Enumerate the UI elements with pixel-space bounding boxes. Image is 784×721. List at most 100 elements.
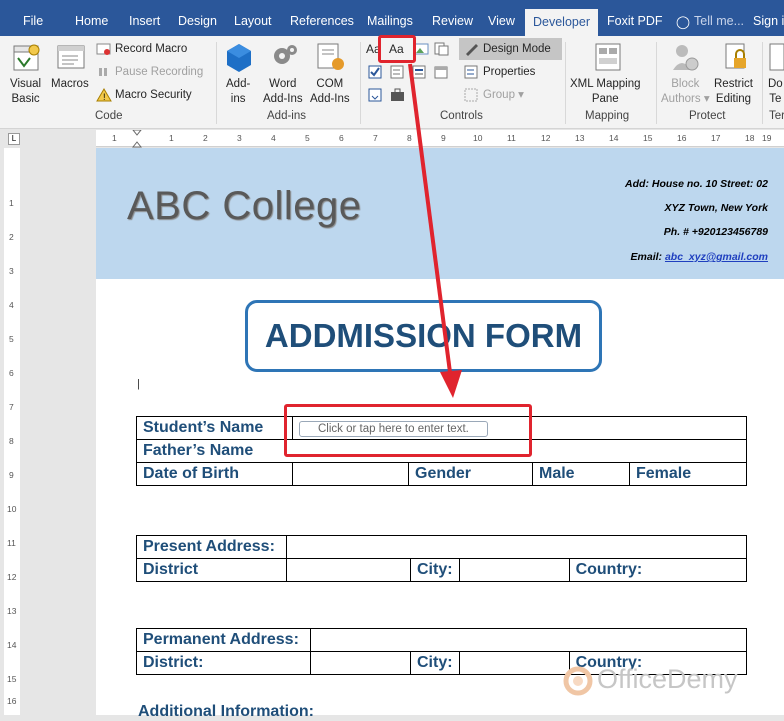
macros-button[interactable]: Macros <box>51 77 89 92</box>
xml-mapping-pane-icon <box>595 43 621 71</box>
address-line: Add: House no. 10 Street: 02 <box>625 178 768 190</box>
word-addins-button[interactable]: Word Add-Ins <box>263 77 303 107</box>
block-authors-button[interactable]: Block Authors ▾ <box>661 77 710 107</box>
tab-home[interactable]: Home <box>75 14 108 28</box>
legacy-tools-icon[interactable] <box>390 88 406 102</box>
code-group-label: Code <box>95 110 123 122</box>
xml-mapping-pane-button[interactable]: XML Mapping Pane <box>570 77 641 107</box>
email-line: Email: abc_xyz@gmail.com <box>630 251 768 263</box>
dob-label: Date of Birth <box>136 462 293 486</box>
email-link[interactable]: abc_xyz@gmail.com <box>665 251 768 263</box>
repeating-section-icon[interactable] <box>368 88 384 102</box>
permanent-address-field[interactable] <box>310 628 747 652</box>
design-mode-icon <box>466 44 478 56</box>
present-address-table: Present Address: District City: Country: <box>136 535 748 582</box>
protect-group-label: Protect <box>689 110 726 122</box>
district-field[interactable] <box>310 651 411 675</box>
group-separator <box>762 42 763 124</box>
picture-control-icon[interactable] <box>414 42 430 56</box>
svg-text:!: ! <box>103 92 106 102</box>
addins-group-label: Add-ins <box>267 110 306 122</box>
record-macro-icon <box>96 43 111 55</box>
document-template-button[interactable]: Do Te <box>768 77 783 107</box>
dropdown-list-icon[interactable] <box>412 65 428 79</box>
group-separator <box>565 42 566 124</box>
lightbulb-icon: ◯ <box>676 15 690 29</box>
district-field[interactable] <box>286 558 411 582</box>
combo-box-icon[interactable] <box>390 65 406 79</box>
date-picker-icon[interactable] <box>434 65 450 79</box>
building-block-icon[interactable] <box>434 42 450 56</box>
female-option[interactable]: Female <box>629 462 747 486</box>
tab-mailings[interactable]: Mailings <box>367 14 413 28</box>
form-title: ADDMISSION FORM <box>245 300 602 372</box>
tab-foxit-pdf[interactable]: Foxit PDF <box>607 14 663 28</box>
present-address-label: Present Address: <box>136 535 287 559</box>
visual-basic-icon <box>13 44 40 71</box>
city-field[interactable] <box>458 558 570 582</box>
ribbon-tab-bar: File Home Insert Design Layout Reference… <box>0 0 784 36</box>
permanent-address-label: Permanent Address: <box>136 628 311 652</box>
pause-icon <box>99 68 107 76</box>
indent-marker-icon[interactable] <box>132 130 142 148</box>
additional-info-heading: Additional Information: <box>138 703 314 720</box>
block-authors-icon <box>673 45 699 71</box>
college-name: ABC College <box>127 184 362 228</box>
text-cursor: | <box>137 378 140 390</box>
tab-references[interactable]: References <box>290 14 354 28</box>
city-label: City: <box>410 558 460 582</box>
city-field[interactable] <box>458 651 570 675</box>
male-option[interactable]: Male <box>532 462 630 486</box>
warning-icon: ! <box>96 88 112 102</box>
tab-insert[interactable]: Insert <box>129 14 160 28</box>
city-label: City: <box>410 651 460 675</box>
design-mode-button[interactable]: Design Mode <box>483 42 551 57</box>
properties-icon <box>464 65 478 79</box>
dob-field[interactable] <box>292 462 409 486</box>
macros-icon <box>57 45 85 69</box>
restrict-editing-lock-icon <box>725 43 746 69</box>
word-addins-gear-icon <box>274 45 297 64</box>
checkbox-control-icon[interactable] <box>368 65 384 79</box>
tab-review[interactable]: Review <box>432 14 473 28</box>
document-template-icon <box>769 43 784 71</box>
visual-basic-button[interactable]: Visual Basic <box>10 77 41 107</box>
tab-design[interactable]: Design <box>178 14 217 28</box>
com-addins-icon <box>317 43 344 70</box>
tell-me-search[interactable]: Tell me... <box>694 14 744 28</box>
town-line: XYZ Town, New York <box>664 202 768 214</box>
com-addins-button[interactable]: COM Add-Ins <box>310 77 350 107</box>
student-name-label: Student’s Name <box>136 416 293 440</box>
district-label: District <box>136 558 287 582</box>
district-label: District: <box>136 651 311 675</box>
vertical-ruler[interactable]: 1 2 3 4 5 6 7 8 9 10 11 12 13 14 15 16 <box>4 148 20 715</box>
group-separator <box>656 42 657 124</box>
tab-layout[interactable]: Layout <box>234 14 272 28</box>
country-label: Country: <box>575 561 643 578</box>
restrict-editing-button[interactable]: Restrict Editing <box>714 77 753 107</box>
addins-icon <box>227 44 251 72</box>
addins-button[interactable]: Add-ins <box>226 77 250 107</box>
father-name-label: Father’s Name <box>136 439 293 463</box>
properties-button[interactable]: Properties <box>483 65 535 80</box>
group-button[interactable]: Group ▾ <box>483 88 524 103</box>
country-field[interactable]: Country: <box>568 558 748 582</box>
templates-group-label: Ter <box>769 110 784 122</box>
tab-developer[interactable]: Developer <box>525 9 598 36</box>
group-icon <box>464 88 478 102</box>
officedemy-logo-icon <box>563 666 593 696</box>
tab-view[interactable]: View <box>488 14 515 28</box>
macro-security-button[interactable]: Macro Security <box>115 88 192 103</box>
annotation-highlight-placeholder <box>284 404 532 457</box>
sign-in-link[interactable]: Sign in <box>753 14 784 28</box>
tab-selector[interactable]: L <box>8 133 20 145</box>
record-macro-button[interactable]: Record Macro <box>115 42 187 57</box>
tab-file[interactable]: File <box>23 14 43 28</box>
controls-group-label: Controls <box>440 110 483 122</box>
present-address-field[interactable] <box>286 535 747 559</box>
watermark-text: OfficeDemy <box>597 664 738 694</box>
group-separator <box>216 42 217 124</box>
horizontal-ruler[interactable]: 1 1 2 3 4 5 6 7 8 9 10 11 12 13 14 15 16… <box>96 130 784 147</box>
phone-line: Ph. # +920123456789 <box>663 226 768 238</box>
pause-recording-button[interactable]: Pause Recording <box>115 65 203 80</box>
